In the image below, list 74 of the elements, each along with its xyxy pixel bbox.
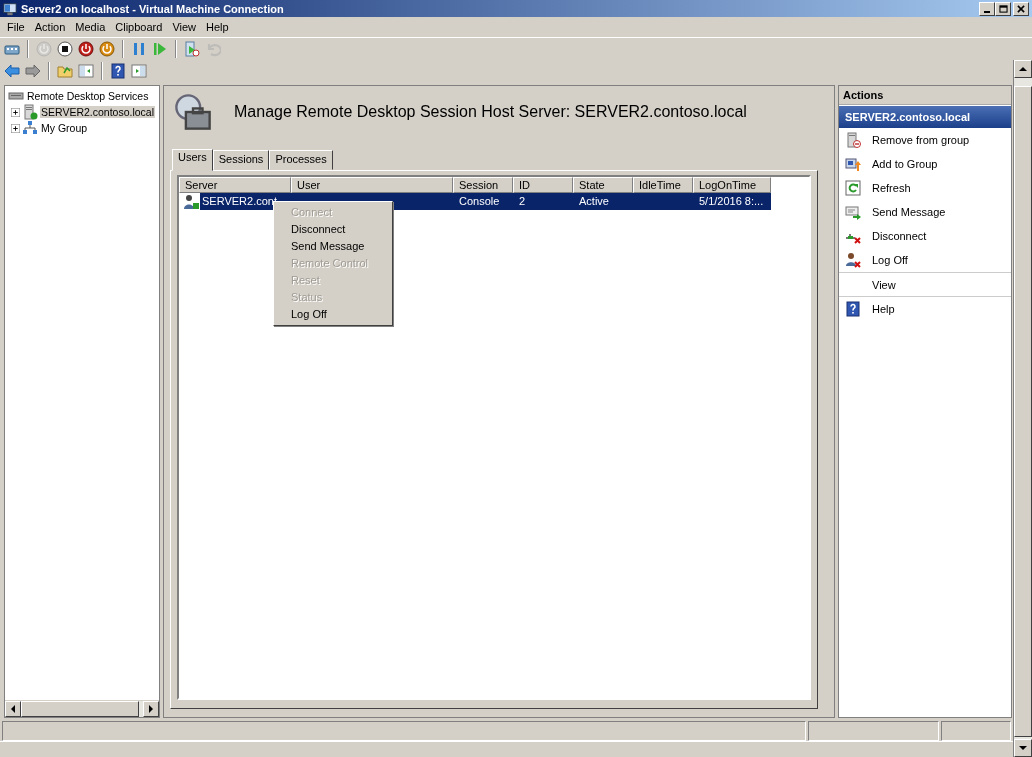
menu-item[interactable]: View	[167, 21, 202, 33]
add-group-icon[interactable]	[845, 156, 861, 172]
back-arrow-icon[interactable]	[4, 63, 20, 79]
help-icon[interactable]	[110, 63, 126, 79]
menu-item[interactable]: Clipboard	[110, 21, 168, 33]
column-header[interactable]: User	[291, 177, 453, 193]
toolbox-icon	[174, 93, 212, 131]
right-arrow-icon[interactable]	[147, 705, 155, 713]
page-title: Manage Remote Desktop Session Host Server: SERVER2.contoso.local	[234, 103, 747, 121]
tree-item[interactable]: My Group	[40, 122, 89, 134]
action-link[interactable]: Add to Group	[872, 158, 938, 170]
window-title: Server2 on localhost - Virtual Machine Connection	[21, 2, 285, 15]
window-icon	[3, 1, 17, 16]
menu-item[interactable]: Disconnect	[274, 221, 392, 238]
expand-icon[interactable]	[11, 123, 20, 133]
server-icon	[22, 104, 38, 120]
help-icon[interactable]	[845, 301, 861, 317]
menu-item[interactable]: Help	[201, 21, 234, 33]
power-icon[interactable]	[78, 41, 94, 57]
vertical-scrollbar[interactable]	[1013, 60, 1032, 757]
up-arrow-icon[interactable]	[1019, 65, 1027, 73]
stop-icon[interactable]	[57, 41, 73, 57]
pause-icon[interactable]	[131, 41, 147, 57]
menu-item[interactable]: Send Message	[274, 238, 392, 255]
close-icon	[1017, 4, 1025, 13]
network-icon	[22, 120, 38, 136]
refresh-icon[interactable]	[845, 180, 861, 196]
action-link[interactable]: Send Message	[872, 206, 946, 218]
column-header[interactable]: Session	[453, 177, 513, 193]
action-pane-icon[interactable]	[131, 63, 147, 79]
column-header[interactable]: IdleTime	[633, 177, 693, 193]
minimize-button[interactable]	[979, 1, 995, 16]
column-header[interactable]: LogOnTime	[693, 177, 771, 193]
user-logoff-icon[interactable]	[845, 252, 861, 268]
tab[interactable]: Sessions	[212, 150, 270, 170]
snapshot-icon[interactable]	[184, 41, 200, 57]
down-arrow-icon[interactable]	[1019, 744, 1027, 752]
expand-icon[interactable]	[11, 107, 20, 117]
tab[interactable]: Processes	[269, 150, 333, 170]
column-header[interactable]: State	[573, 177, 633, 193]
table-cell-text: Console	[458, 194, 501, 209]
tree-pane-icon[interactable]	[78, 63, 94, 79]
tab[interactable]: Users	[172, 149, 213, 171]
action-link[interactable]: View	[872, 278, 896, 291]
menu-item[interactable]: Log Off	[274, 306, 392, 323]
menu-item[interactable]: Media	[70, 21, 111, 33]
server-remove-icon[interactable]	[845, 132, 861, 148]
menu-item[interactable]: File	[2, 21, 30, 33]
message-icon[interactable]	[845, 204, 861, 220]
action-link[interactable]: Refresh	[872, 182, 911, 194]
action-link[interactable]: Log Off	[872, 254, 908, 266]
table-cell-text: 5/1/2016 8:...	[698, 194, 765, 209]
action-link[interactable]: Remove from group	[872, 134, 970, 146]
table-cell-text: SERVER2.cont	[201, 194, 278, 209]
maximize-button[interactable]	[995, 1, 1011, 16]
pane-title: Actions	[839, 86, 1011, 105]
left-arrow-icon[interactable]	[9, 705, 17, 713]
column-header[interactable]: ID	[513, 177, 573, 193]
tree-item[interactable]: Remote Desktop Services	[26, 90, 150, 102]
action-link[interactable]: Help	[872, 303, 895, 315]
action-group-header[interactable]: SERVER2.contoso.local	[839, 106, 1011, 128]
power-icon[interactable]	[99, 41, 115, 57]
action-link[interactable]: Disconnect	[872, 230, 927, 242]
column-header[interactable]: Server	[179, 177, 291, 193]
user-icon	[183, 193, 199, 210]
table-cell-text: Active	[578, 194, 610, 209]
maximize-icon	[998, 4, 1008, 13]
minimize-icon	[984, 10, 990, 13]
menu-item[interactable]: Action	[29, 21, 71, 33]
close-button[interactable]	[1013, 1, 1029, 16]
forward-arrow-icon[interactable]	[25, 63, 41, 79]
tree-item[interactable]: SERVER2.contoso.local	[40, 106, 156, 118]
horizontal-scrollbar[interactable]	[5, 700, 159, 717]
table-cell-text: 2	[518, 194, 527, 209]
